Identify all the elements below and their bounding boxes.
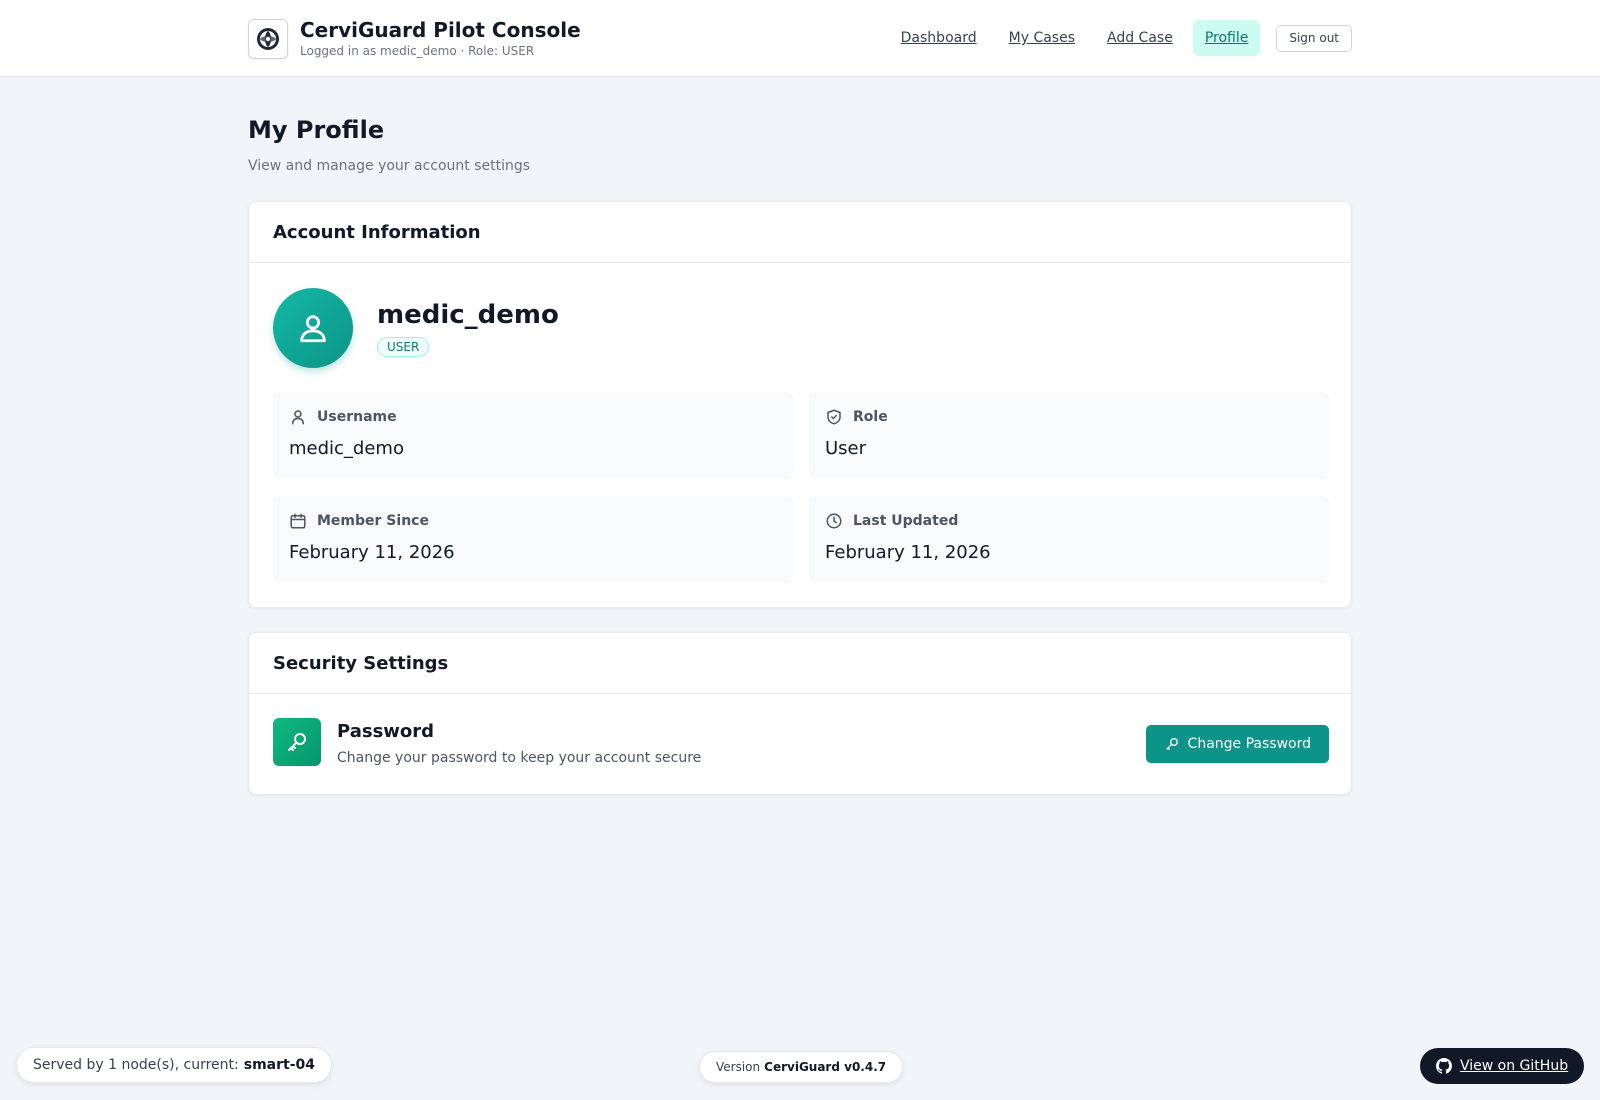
- account-information-card: Account Information medic_demo USER User…: [248, 201, 1352, 608]
- username-field: Username medic_demo: [273, 392, 793, 479]
- github-link[interactable]: View on GitHub: [1420, 1048, 1585, 1084]
- user-icon: [292, 410, 304, 425]
- version-badge: Version CerviGuard v0.4.7: [699, 1051, 904, 1083]
- key-icon: [1165, 738, 1178, 750]
- served-by-text: Served by 1 node(s), current:: [33, 1057, 239, 1073]
- version-prefix: Version: [716, 1060, 761, 1074]
- current-node: smart-04: [243, 1057, 316, 1073]
- password-description: Change your password to keep your accoun…: [337, 750, 702, 766]
- nav-my-cases[interactable]: My Cases: [997, 20, 1087, 56]
- github-label: View on GitHub: [1460, 1058, 1569, 1074]
- calendar-icon: [290, 513, 306, 529]
- account-information-heading: Account Information: [249, 202, 1351, 263]
- app-title: CerviGuard Pilot Console: [300, 18, 581, 42]
- nav-add-case[interactable]: Add Case: [1095, 20, 1185, 56]
- version-value: CerviGuard v0.4.7: [764, 1060, 887, 1074]
- user-icon: [300, 315, 326, 343]
- security-settings-card: Security Settings Password Change your p…: [248, 632, 1352, 795]
- username-label: Username: [317, 409, 397, 425]
- login-status: Logged in as medic_demo · Role: USER: [300, 44, 535, 58]
- app-logo: [248, 18, 288, 59]
- role-badge: USER: [377, 337, 430, 357]
- profile-summary: medic_demo USER: [273, 288, 559, 368]
- change-password-button[interactable]: Change Password: [1145, 725, 1329, 763]
- member-since-value: February 11, 2026: [289, 542, 455, 563]
- page-subtitle: View and manage your account settings: [248, 158, 531, 174]
- nav-dashboard[interactable]: Dashboard: [889, 20, 989, 56]
- last-updated-label: Last Updated: [853, 513, 959, 529]
- top-header: CerviGuard Pilot Console Logged in as me…: [0, 0, 1600, 77]
- page-title: My Profile: [248, 116, 385, 144]
- main-nav: Dashboard My Cases Add Case Profile Sign…: [881, 20, 1352, 56]
- sign-out-button[interactable]: Sign out: [1276, 24, 1352, 52]
- github-icon: [1436, 1058, 1452, 1074]
- role-value: User: [825, 438, 867, 459]
- member-since-label: Member Since: [317, 513, 429, 529]
- security-settings-heading: Security Settings: [249, 633, 1351, 694]
- last-updated-value: February 11, 2026: [825, 542, 991, 563]
- last-updated-field: Last Updated February 11, 2026: [809, 496, 1329, 583]
- served-by-badge: Served by 1 node(s), current: smart-04: [16, 1047, 333, 1083]
- nav-profile[interactable]: Profile: [1192, 20, 1261, 56]
- password-tile: [273, 718, 321, 766]
- profile-name: medic_demo: [377, 300, 559, 330]
- role-label: Role: [853, 409, 888, 425]
- clock-icon: [826, 513, 842, 529]
- username-value: medic_demo: [289, 438, 404, 459]
- role-field: Role User: [809, 392, 1329, 479]
- password-title: Password: [337, 721, 435, 742]
- password-row: Password Change your password to keep yo…: [273, 718, 1329, 766]
- key-icon: [288, 733, 306, 751]
- shield-icon: [827, 409, 841, 425]
- logo-icon: [257, 27, 279, 50]
- brand: CerviGuard Pilot Console Logged in as me…: [248, 18, 581, 59]
- member-since-field: Member Since February 11, 2026: [273, 496, 793, 583]
- avatar: [273, 288, 353, 368]
- change-password-label: Change Password: [1187, 736, 1311, 752]
